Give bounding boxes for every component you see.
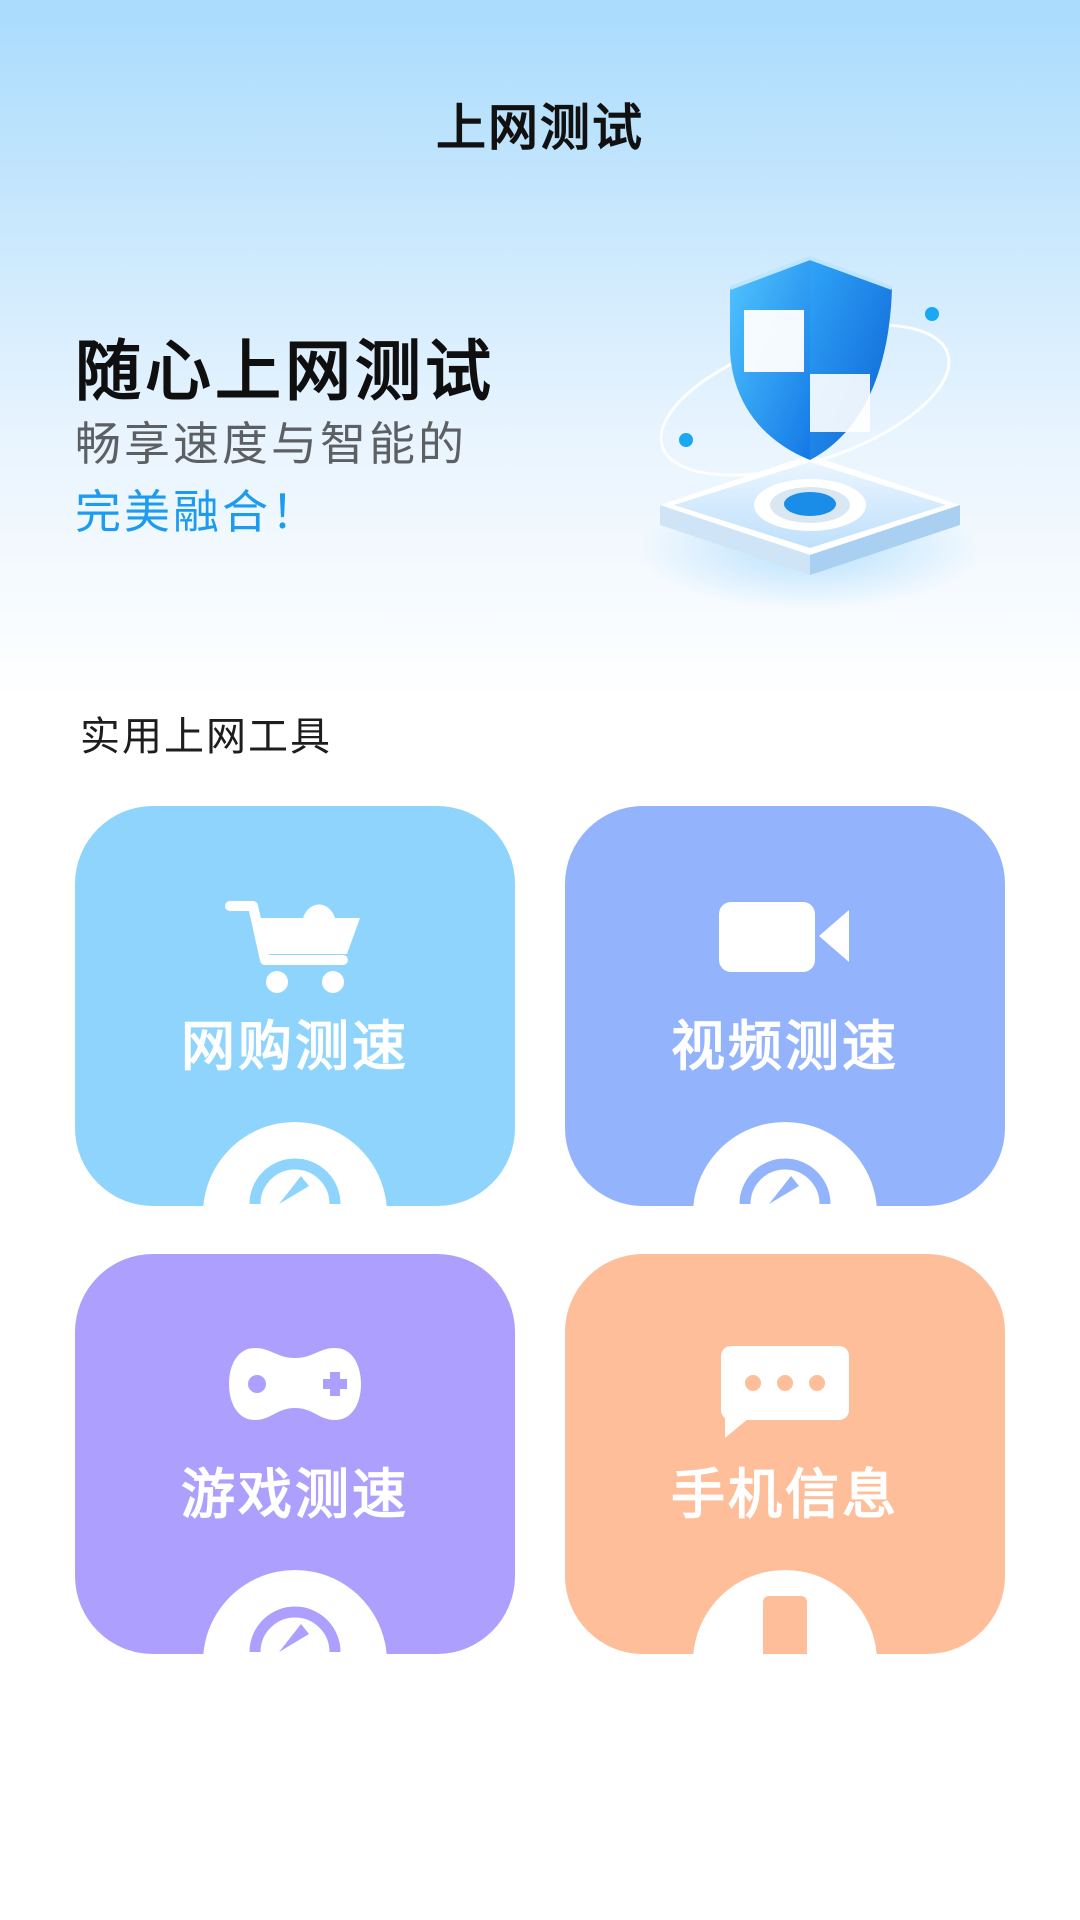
card-label: 手机信息 [671,1463,899,1526]
card-label: 游戏测速 [181,1463,409,1526]
speedometer-icon [735,1146,835,1206]
video-speed-test-card[interactable]: 视频测速 [565,806,1005,1206]
shield-on-platform-illustration [640,250,980,620]
chat-bubble-icon [565,1344,1005,1438]
section-title: 实用上网工具 [80,714,332,760]
game-speed-test-card[interactable]: 游戏测速 [75,1254,515,1654]
speedometer-icon [245,1146,345,1206]
hero-headline: 随心上网测试 [75,333,495,410]
online-shopping-speed-test-card[interactable]: 网购测速 [75,806,515,1206]
smartphone-icon [735,1594,835,1654]
shopping-cart-icon [75,896,515,993]
speedometer-icon [245,1594,345,1654]
video-camera-icon [565,896,1005,986]
card-label: 视频测速 [671,1015,899,1078]
hero-subline: 畅享速度与智能的 [75,417,467,471]
card-label: 网购测速 [181,1015,409,1078]
page-title: 上网测试 [436,99,644,157]
hero-highlight: 完美融合！ [75,485,320,539]
phone-info-card[interactable]: 手机信息 [565,1254,1005,1654]
gamepad-icon [75,1344,515,1434]
